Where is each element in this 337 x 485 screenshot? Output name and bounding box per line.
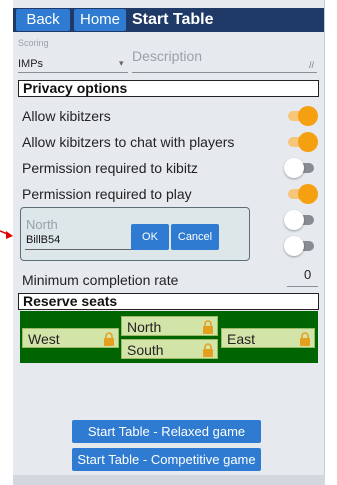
start-competitive-button[interactable]: Start Table - Competitive game <box>72 448 261 471</box>
start-relaxed-button[interactable]: Start Table - Relaxed game <box>72 420 261 443</box>
reserve-seats-area: North South West East <box>20 311 318 363</box>
seat-east-label: East <box>227 331 256 347</box>
panel-border <box>324 0 325 485</box>
permission-kibitz-toggle[interactable] <box>284 158 318 178</box>
chevron-down-icon: ▾ <box>119 58 124 68</box>
description-field[interactable]: Description <box>132 48 202 64</box>
seat-north-label: North <box>127 319 162 335</box>
description-underline <box>132 72 317 73</box>
bottom-band <box>13 475 325 485</box>
permission-play-toggle[interactable] <box>284 184 318 204</box>
privacy-heading: Privacy options <box>18 80 319 97</box>
hidden-option-toggle[interactable] <box>284 210 318 230</box>
lock-icon <box>104 332 114 346</box>
ok-button[interactable]: OK <box>131 224 169 250</box>
permission-play-label: Permission required to play <box>22 186 192 202</box>
permission-kibitz-label: Permission required to kibitz <box>22 160 198 176</box>
pointer-arrow-icon <box>0 230 13 239</box>
min-completion-input[interactable]: 0 <box>304 267 311 282</box>
seat-name-popup: North BillB54 OK Cancel <box>20 207 250 261</box>
lock-icon <box>300 332 310 346</box>
scoring-underline <box>18 72 128 73</box>
hidden-option-toggle[interactable] <box>284 236 318 256</box>
seat-name-input[interactable]: BillB54 <box>26 234 60 246</box>
seat-north[interactable]: North <box>121 316 218 336</box>
reserve-heading: Reserve seats <box>18 293 319 310</box>
page-title: Start Table <box>132 11 214 28</box>
cancel-button[interactable]: Cancel <box>171 224 219 250</box>
allow-chat-toggle[interactable] <box>284 132 318 152</box>
allow-kibitzers-toggle[interactable] <box>284 106 318 126</box>
resize-handle-icon: // <box>309 60 315 70</box>
allow-chat-label: Allow kibitzers to chat with players <box>22 134 235 150</box>
allow-kibitzers-label: Allow kibitzers <box>22 108 111 124</box>
home-button[interactable]: Home <box>74 9 126 31</box>
back-button[interactable]: Back <box>16 9 70 31</box>
lock-icon <box>203 320 213 334</box>
scoring-select[interactable]: IMPs <box>18 58 43 70</box>
seat-west[interactable]: West <box>22 328 119 348</box>
seat-name-placeholder: North <box>26 217 58 232</box>
lock-icon <box>203 343 213 357</box>
scoring-label: Scoring <box>18 38 49 48</box>
seat-west-label: West <box>28 331 60 347</box>
min-completion-underline <box>287 286 318 287</box>
seat-east[interactable]: East <box>221 328 315 348</box>
header-bar: Back Home Start Table <box>13 8 324 32</box>
seat-south-label: South <box>127 342 164 358</box>
seat-south[interactable]: South <box>121 339 218 359</box>
min-completion-label: Minimum completion rate <box>22 272 179 288</box>
seat-name-underline <box>25 249 137 250</box>
